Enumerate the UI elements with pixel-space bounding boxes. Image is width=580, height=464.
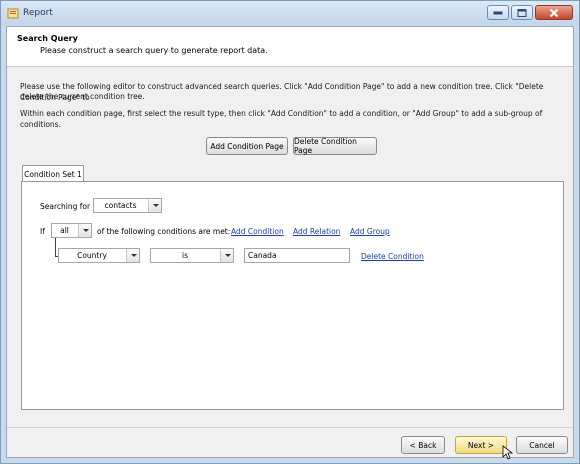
page-title: Search Query	[17, 34, 78, 43]
result-type-select[interactable]: contacts	[93, 198, 162, 213]
match-type-select[interactable]: all	[51, 223, 92, 238]
minimize-icon	[493, 11, 503, 14]
close-button[interactable]	[535, 5, 573, 20]
page-subtitle: Please construct a search query to gener…	[40, 46, 268, 55]
maximize-button[interactable]	[511, 5, 533, 20]
delete-condition-link[interactable]: Delete Condition	[361, 252, 424, 261]
wizard-header: Search Query Please construct a search q…	[7, 27, 573, 67]
next-button[interactable]: Next >	[455, 436, 507, 454]
searching-for-label: Searching for	[40, 202, 91, 211]
chevron-down-icon	[126, 249, 139, 262]
delete-condition-page-button[interactable]: Delete Condition Page	[293, 137, 377, 155]
title-bar: Report	[1, 1, 579, 25]
window-title: Report	[23, 8, 53, 18]
condition-editor-panel: Searching for contacts If all of the fol…	[21, 181, 564, 410]
result-type-value: contacts	[104, 201, 137, 210]
footer-divider	[7, 427, 573, 428]
chevron-down-icon	[220, 249, 233, 262]
tab-condition-set-1[interactable]: Condition Set 1	[22, 165, 84, 182]
match-type-value: all	[60, 226, 69, 235]
minimize-button[interactable]	[487, 5, 509, 20]
window-controls	[487, 5, 573, 21]
chevron-down-icon	[148, 199, 161, 212]
add-condition-page-button[interactable]: Add Condition Page	[206, 137, 288, 155]
condition-field-select[interactable]: Country	[58, 248, 140, 263]
chevron-down-icon	[78, 224, 91, 237]
instructions-line-2: delete the current condition tree.	[20, 92, 145, 101]
app-icon	[7, 8, 19, 19]
condition-value-input[interactable]: Canada	[244, 248, 350, 263]
add-relation-link[interactable]: Add Relation	[293, 227, 340, 236]
report-window: Report Search Query Please construct a s…	[0, 0, 580, 464]
add-group-link[interactable]: Add Group	[350, 227, 390, 236]
add-condition-link[interactable]: Add Condition	[231, 227, 284, 236]
match-suffix-label: of the following conditions are met:	[97, 227, 231, 236]
condition-operator-select[interactable]: is	[150, 248, 234, 263]
close-icon	[549, 8, 559, 17]
condition-field-value: Country	[77, 251, 107, 260]
wizard-client: Search Query Please construct a search q…	[6, 26, 574, 460]
instructions-line-3: Within each condition page, first select…	[20, 109, 543, 129]
cancel-button[interactable]: Cancel	[516, 436, 568, 454]
condition-operator-value: is	[182, 251, 188, 260]
maximize-icon	[517, 8, 527, 17]
if-label: If	[40, 227, 45, 236]
back-button[interactable]: < Back	[401, 436, 445, 454]
mouse-cursor-icon	[502, 445, 513, 460]
